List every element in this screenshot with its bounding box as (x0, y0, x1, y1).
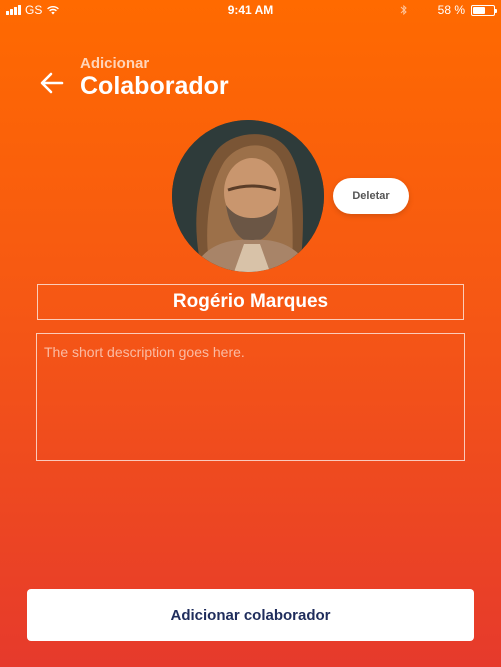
bluetooth-icon (400, 4, 407, 16)
profile-photo-icon (172, 120, 324, 272)
name-field[interactable] (37, 284, 464, 320)
page-title: Colaborador (80, 72, 229, 100)
avatar[interactable] (172, 120, 324, 272)
header-subtitle: Adicionar (80, 55, 150, 72)
battery-percent: 58 % (437, 3, 465, 17)
battery-icon (471, 4, 497, 16)
back-arrow-icon[interactable] (38, 70, 66, 96)
delete-button[interactable]: Deletar (333, 178, 409, 214)
description-field[interactable] (36, 333, 465, 461)
status-bar-right: 58 % (400, 3, 497, 17)
add-collaborator-button[interactable]: Adicionar colaborador (27, 589, 474, 641)
status-bar: GS 9:41 AM 58 % (0, 0, 501, 20)
